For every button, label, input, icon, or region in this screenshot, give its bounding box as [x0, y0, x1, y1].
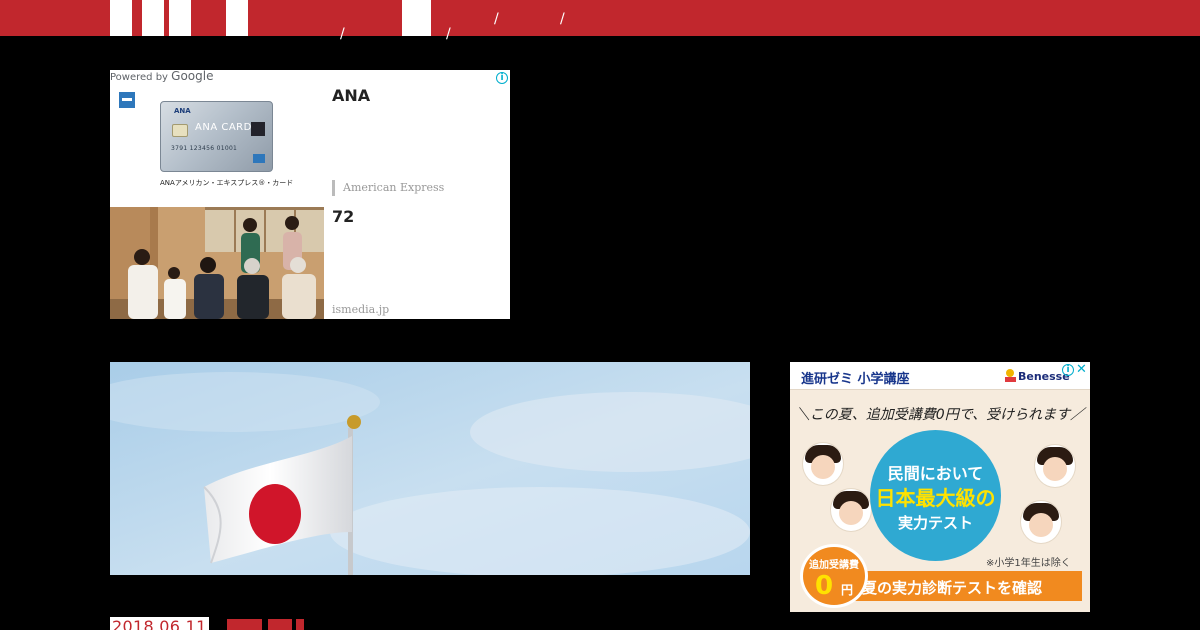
- card-emblem-icon: [251, 122, 265, 136]
- circle-line-3: 実力テスト: [897, 514, 973, 532]
- logo-stripe: [110, 0, 132, 36]
- ad-sponsor[interactable]: American Express: [332, 180, 444, 196]
- ad-domain[interactable]: ismedia.jp: [332, 303, 389, 316]
- logo-stripe: [226, 0, 248, 36]
- japan-flag-illustration: [110, 362, 750, 575]
- cta-label: 夏の実力診断テストを確認: [862, 579, 1043, 597]
- nav-item-3[interactable]: /: [494, 11, 499, 27]
- nav-item-1[interactable]: /: [340, 26, 345, 42]
- child-photo: [830, 488, 872, 532]
- category-tag[interactable]: [227, 619, 262, 630]
- card-chip-icon: [172, 124, 188, 137]
- benesse-ad-circle: 民間において 日本最大級の 実力テスト: [870, 430, 1001, 561]
- zero-yen-badge: 追加受講費 0 円: [800, 544, 868, 608]
- logo-stripe: [169, 0, 191, 36]
- site-logo[interactable]: [110, 0, 248, 36]
- nav-highlight[interactable]: [402, 0, 431, 36]
- site-header: / / / /: [0, 0, 1200, 42]
- nav-item-3-sep: /: [494, 11, 499, 27]
- benesse-logo-icon: [1005, 369, 1016, 382]
- card-number: 3791 123456 01001: [171, 145, 238, 152]
- ad-image-caption: ANAアメリカン・エキスプレス®・カード: [160, 179, 294, 187]
- child-photo: [1020, 500, 1062, 544]
- card-amex-icon: [253, 154, 265, 163]
- circle-line-1: 民間において: [887, 464, 984, 483]
- ad-headline-1[interactable]: ANA: [332, 86, 370, 105]
- badge-unit: 円: [841, 583, 854, 597]
- powered-by-google: Powered by Google: [110, 70, 213, 83]
- amex-logo-icon: [119, 92, 135, 108]
- ad-close-icon[interactable]: ✕: [1076, 362, 1087, 377]
- article-hero-image[interactable]: [110, 362, 750, 575]
- nav-item-4-sep: /: [560, 11, 565, 27]
- child-photo: [1034, 444, 1076, 488]
- ad-image-card[interactable]: ANA ANA CARD 3791 123456 01001: [160, 101, 273, 172]
- google-wordmark: Google: [171, 70, 214, 83]
- card-brand: ANA: [174, 107, 191, 115]
- child-photo: [802, 442, 844, 486]
- logo-stripe: [142, 0, 164, 36]
- ad-image-family-photo[interactable]: [110, 207, 324, 319]
- benesse-ad-title: 進研ゼミ 小学講座: [801, 372, 910, 387]
- ad-headline-2[interactable]: 72: [332, 207, 354, 226]
- benesse-ad-note: ※小学1年生は除く: [986, 558, 1071, 569]
- card-label: ANA CARD: [195, 122, 252, 133]
- benesse-ad-header: 進研ゼミ 小学講座 Benesse: [790, 362, 1090, 390]
- circle-line-2: 日本最大級の: [875, 486, 996, 510]
- badge-big-number: 0: [815, 571, 834, 601]
- google-ad[interactable]: Powered by Google i ANA ANA CARD 3791 12…: [110, 70, 510, 319]
- page: / / / / Powered by Google i ANA ANA CARD…: [0, 0, 1200, 630]
- nav-item-4[interactable]: /: [560, 11, 565, 27]
- article-date: 2018.06.11: [110, 617, 209, 630]
- family-photo-illustration: [110, 207, 324, 319]
- powered-by-label: Powered by: [110, 72, 168, 83]
- category-tag[interactable]: [268, 619, 292, 630]
- benesse-ad-headline: ＼この夏、追加受講費0円で、受けられます／: [795, 407, 1085, 423]
- benesse-ad[interactable]: 進研ゼミ 小学講座 Benesse i ✕ ＼この夏、追加受講費0円で、受けられ…: [790, 362, 1090, 612]
- ad-info-icon[interactable]: i: [1062, 364, 1074, 376]
- benesse-ad-cta-button[interactable]: 夏の実力診断テストを確認: [832, 571, 1082, 601]
- ad-info-icon[interactable]: i: [496, 72, 508, 84]
- nav-item-2[interactable]: /: [446, 26, 451, 42]
- badge-top-label: 追加受講費: [809, 560, 859, 571]
- category-tag-marker: [296, 619, 304, 630]
